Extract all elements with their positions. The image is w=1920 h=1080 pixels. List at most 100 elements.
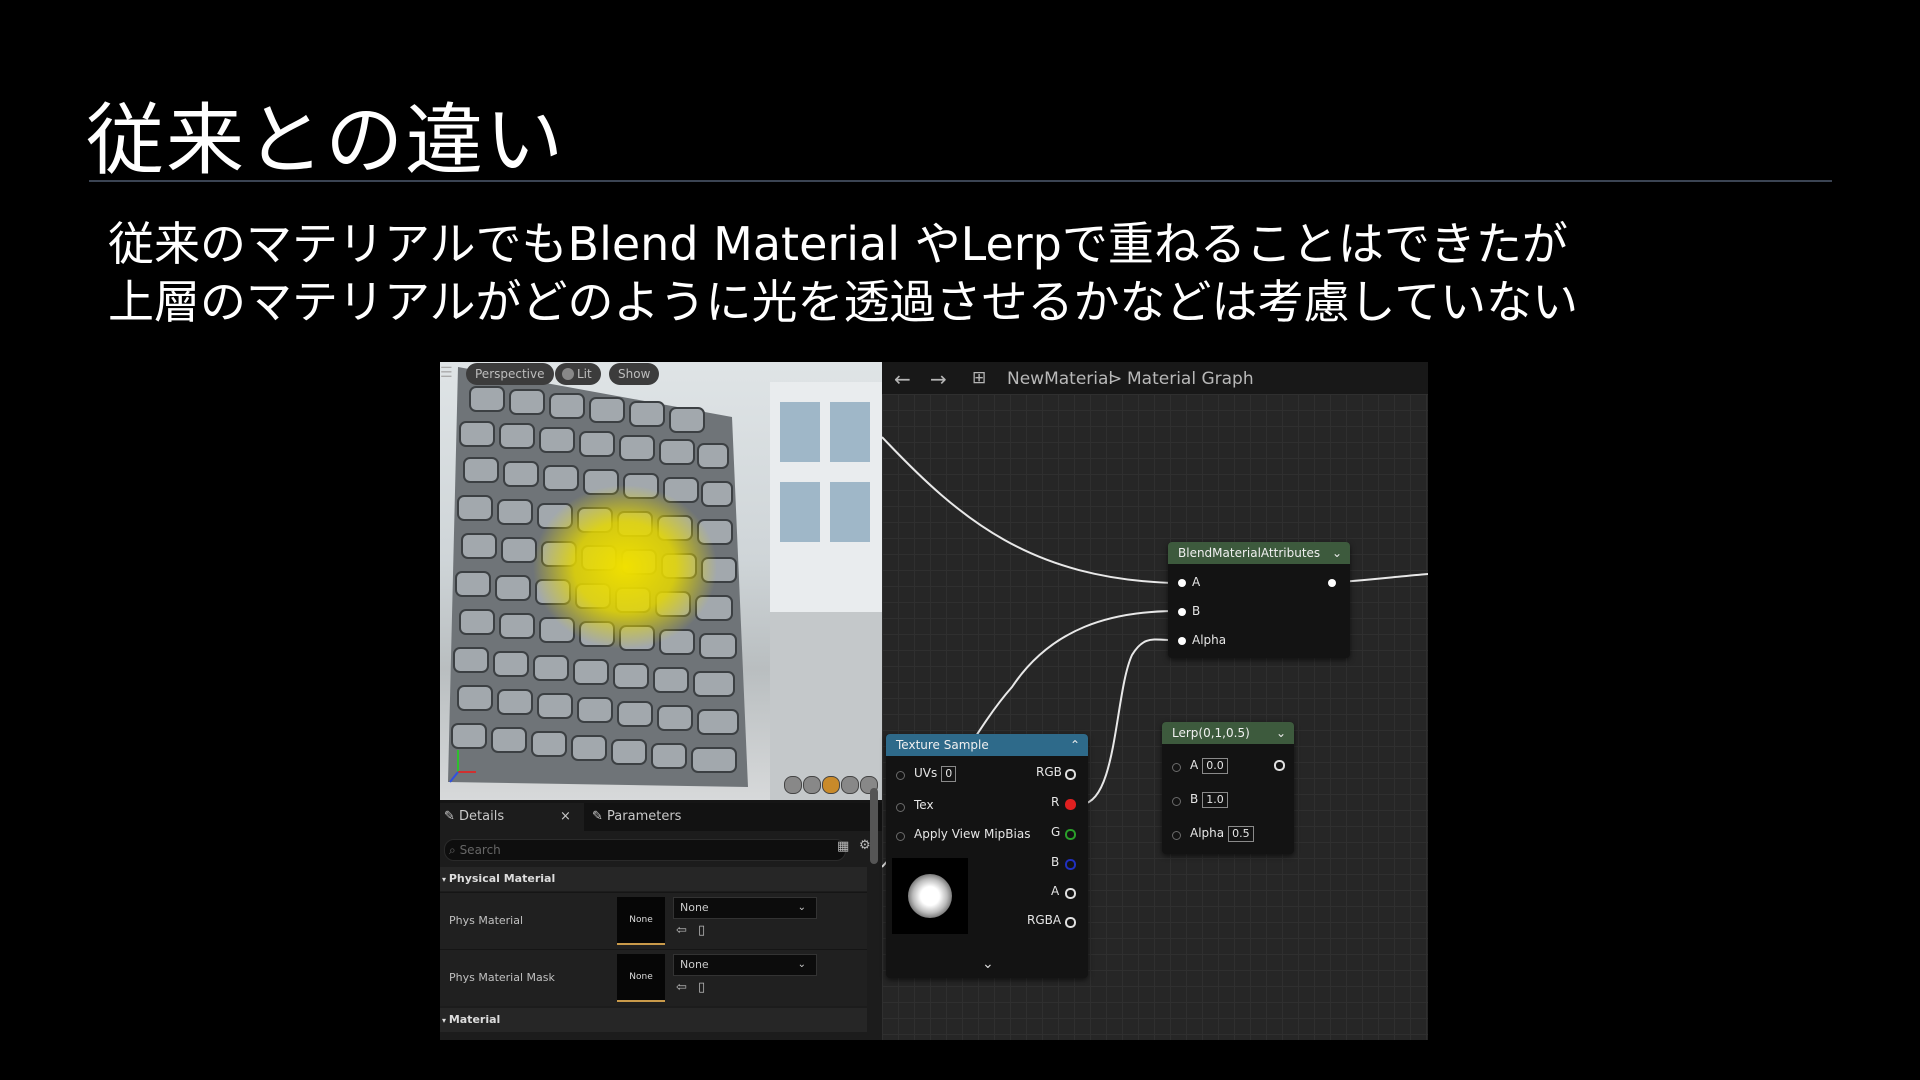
output-pin[interactable]: [1328, 579, 1336, 587]
property-label: Phys Material: [449, 914, 524, 927]
perspective-button[interactable]: Perspective: [466, 363, 554, 385]
chevron-up-icon[interactable]: ⌃: [1070, 734, 1080, 756]
pin-label-a: A: [1051, 884, 1060, 898]
output-pin-b[interactable]: [1065, 859, 1076, 870]
section-physical-material[interactable]: ▾ Physical Material: [440, 867, 867, 891]
chevron-down-icon: ⌄: [797, 959, 806, 970]
editor-screenshot: ☰ Perspective Lit Show ✎ Details × ✎ Par…: [440, 362, 1428, 1040]
graph-hierarchy-icon[interactable]: ⊞: [972, 368, 986, 388]
breadcrumb-separator: >: [1108, 369, 1123, 389]
details-tabbar: ✎ Details × ✎ Parameters: [440, 803, 882, 831]
details-search-input[interactable]: ⌕ Search: [444, 839, 846, 861]
input-pin-b[interactable]: [1178, 608, 1186, 616]
dropdown-value: None: [680, 958, 709, 971]
pin-label-rgb: RGB: [1036, 765, 1062, 779]
phys-material-dropdown[interactable]: None ⌄: [673, 897, 817, 919]
lerp-alpha-value[interactable]: 0.5: [1228, 826, 1254, 842]
back-arrow-icon[interactable]: ←: [894, 367, 911, 391]
preview-scene: [448, 367, 882, 800]
pin-label-b: B: [1192, 604, 1201, 618]
material-preview-viewport[interactable]: ☰ Perspective Lit Show: [440, 362, 882, 800]
gear-icon[interactable]: ⚙: [859, 838, 871, 853]
output-pin-rgb[interactable]: [1065, 769, 1076, 780]
viewport-menu-icon[interactable]: ☰: [440, 365, 453, 383]
use-selected-icon[interactable]: ⇦: [676, 980, 687, 995]
input-pin-alpha[interactable]: [1172, 831, 1181, 840]
lerp-b-value[interactable]: 1.0: [1202, 792, 1228, 808]
output-pin-g[interactable]: [1065, 829, 1076, 840]
section-material[interactable]: ▾ Material: [440, 1008, 867, 1032]
input-pin-b[interactable]: [1172, 797, 1181, 806]
input-pin-uvs[interactable]: [896, 771, 905, 780]
input-pin-mipbias[interactable]: [896, 832, 905, 841]
pencil-icon: ✎: [592, 809, 608, 824]
sphere-icon[interactable]: [803, 776, 821, 794]
pin-label-uvs: UVs 0: [914, 766, 957, 782]
input-pin-a[interactable]: [1178, 579, 1186, 587]
section-material-label: Material: [448, 1013, 501, 1026]
output-pin-a[interactable]: [1065, 888, 1076, 899]
plane-icon[interactable]: [822, 776, 840, 794]
texture-sample-node[interactable]: Texture Sample ⌃ UVs 0 Tex Apply View Mip…: [886, 734, 1088, 978]
pin-label-g: G: [1051, 825, 1061, 839]
node-title: Texture Sample: [896, 738, 989, 752]
node-header[interactable]: BlendMaterialAttributes ⌄: [1168, 542, 1350, 564]
body-text-line-1: 従来のマテリアルでもBlend Material やLerpで重ねることはできた…: [108, 217, 1568, 271]
input-pin-tex[interactable]: [896, 803, 905, 812]
cube-icon[interactable]: [841, 776, 859, 794]
collapse-caret-icon: ▾: [442, 875, 449, 884]
search-icon: ⌕: [449, 843, 456, 857]
node-header[interactable]: Texture Sample ⌃: [886, 734, 1088, 756]
graph-toolbar: ← → ⊞ NewMaterial > Material Graph: [882, 362, 1428, 394]
phys-material-mask-dropdown[interactable]: None ⌄: [673, 954, 817, 976]
breadcrumb-asset[interactable]: NewMaterial: [1007, 369, 1113, 389]
expand-chevron-icon[interactable]: ⌄: [982, 956, 994, 972]
table-view-icon[interactable]: ▦: [837, 839, 849, 854]
pin-label-alpha: Alpha 0.5: [1190, 826, 1254, 842]
pin-label-rgba: RGBA: [1027, 913, 1062, 927]
section-physical-material-label: Physical Material: [448, 872, 556, 885]
show-button[interactable]: Show: [609, 363, 660, 385]
chevron-down-icon[interactable]: ⌄: [1332, 542, 1342, 564]
pin-label-a: A 0.0: [1190, 758, 1228, 774]
pin-label-a: A: [1192, 575, 1201, 589]
node-header[interactable]: Lerp(0,1,0.5) ⌄: [1162, 722, 1294, 744]
tab-details[interactable]: ✎ Details ×: [440, 803, 584, 831]
chevron-down-icon[interactable]: ⌄: [1276, 722, 1286, 744]
tab-parameters[interactable]: ✎ Parameters: [592, 803, 681, 831]
pencil-icon: ✎: [444, 809, 460, 824]
material-graph-canvas[interactable]: ← → ⊞ NewMaterial > Material Graph Blend…: [882, 362, 1428, 1040]
tab-parameters-label: Parameters: [607, 809, 682, 824]
input-pin-alpha[interactable]: [1178, 637, 1186, 645]
browse-icon[interactable]: ▯: [698, 923, 705, 938]
lerp-node[interactable]: Lerp(0,1,0.5) ⌄ A 0.0 B 1.0 Alpha 0.5: [1162, 722, 1294, 854]
pin-label-mipbias: Apply View MipBias: [914, 827, 1031, 841]
lit-label: Lit: [577, 367, 592, 381]
output-pin-r[interactable]: [1065, 799, 1076, 810]
lit-button[interactable]: Lit: [555, 363, 601, 385]
tab-details-label: Details: [459, 809, 505, 824]
details-scrollbar[interactable]: [870, 788, 878, 864]
pin-label-tex: Tex: [914, 798, 934, 812]
browse-icon[interactable]: ▯: [698, 980, 705, 995]
asset-thumbnail[interactable]: None: [617, 897, 665, 945]
blend-material-attributes-node[interactable]: BlendMaterialAttributes ⌄ A B Alpha: [1168, 542, 1350, 658]
yellow-blend-area: [533, 485, 717, 649]
slide-title: 従来との違い: [86, 96, 566, 186]
output-pin[interactable]: [1274, 760, 1285, 771]
cylinder-icon[interactable]: [784, 776, 802, 794]
title-divider: [89, 180, 1832, 182]
uvs-value[interactable]: 0: [941, 766, 957, 782]
breadcrumb-graph[interactable]: Material Graph: [1127, 369, 1254, 389]
input-pin-a[interactable]: [1172, 763, 1181, 772]
lerp-a-value[interactable]: 0.0: [1202, 758, 1228, 774]
asset-thumbnail[interactable]: None: [617, 954, 665, 1002]
chevron-down-icon: ⌄: [797, 902, 806, 913]
forward-arrow-icon[interactable]: →: [930, 367, 947, 391]
property-label: Phys Material Mask: [449, 971, 555, 984]
lit-sphere-icon: [562, 368, 574, 380]
close-tab-icon[interactable]: ×: [560, 803, 571, 831]
use-selected-icon[interactable]: ⇦: [676, 923, 687, 938]
output-pin-rgba[interactable]: [1065, 917, 1076, 928]
search-placeholder: Search: [459, 843, 501, 857]
